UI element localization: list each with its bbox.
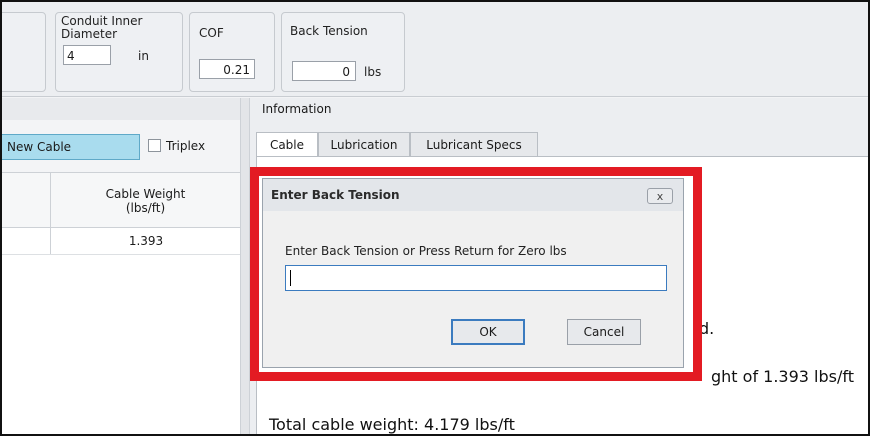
- back-tension-dialog-input[interactable]: [285, 265, 667, 291]
- triplex-checkbox[interactable]: Triplex: [148, 139, 205, 153]
- tab-cable[interactable]: Cable: [256, 132, 318, 158]
- toolbar-group-left: [2, 12, 46, 92]
- enter-back-tension-dialog: Enter Back Tension x Enter Back Tension …: [262, 178, 684, 368]
- cof-group: COF 0.21: [189, 12, 275, 92]
- tab-lubricant-specs[interactable]: Lubricant Specs: [410, 132, 538, 156]
- conduit-diameter-group: Conduit Inner Diameter 4 in: [55, 12, 183, 92]
- cancel-button[interactable]: Cancel: [567, 319, 641, 345]
- back-tension-unit: lbs: [364, 65, 382, 79]
- cof-input[interactable]: 0.21: [199, 59, 255, 79]
- back-tension-label: Back Tension: [290, 24, 368, 38]
- cable-list-panel: New Cable Triplex Cable Weight (lbs/ft) …: [2, 98, 240, 434]
- dialog-body: Enter Back Tension or Press Return for Z…: [271, 213, 675, 361]
- dialog-prompt: Enter Back Tension or Press Return for Z…: [285, 244, 567, 258]
- ok-button[interactable]: OK: [451, 319, 525, 345]
- checkbox-box[interactable]: [148, 139, 161, 152]
- new-cable-button[interactable]: New Cable: [2, 134, 140, 160]
- conduit-diameter-unit: in: [138, 49, 149, 63]
- app-window: Conduit Inner Diameter 4 in COF 0.21 Bac…: [0, 0, 870, 436]
- table-row[interactable]: 1.393: [2, 228, 240, 255]
- text-caret: [290, 270, 291, 286]
- info-text-line-2: ght of 1.393 lbs/ft: [711, 367, 855, 386]
- information-title: Information: [262, 102, 332, 116]
- close-icon[interactable]: x: [647, 188, 673, 204]
- dialog-title: Enter Back Tension: [271, 188, 400, 202]
- parameters-toolbar: Conduit Inner Diameter 4 in COF 0.21 Bac…: [2, 2, 868, 97]
- triplex-label: Triplex: [166, 139, 206, 153]
- back-tension-group: Back Tension 0 lbs: [281, 12, 405, 92]
- tab-lubrication[interactable]: Lubrication: [318, 132, 410, 156]
- column-header-cable-weight[interactable]: Cable Weight (lbs/ft): [50, 173, 240, 227]
- conduit-diameter-label: Conduit Inner Diameter: [61, 14, 143, 41]
- conduit-diameter-input[interactable]: 4: [63, 45, 111, 65]
- cell-cable-weight: 1.393: [50, 228, 241, 254]
- cable-table-header: Cable Weight (lbs/ft): [2, 173, 240, 228]
- panel-splitter[interactable]: [240, 98, 250, 434]
- back-tension-input[interactable]: 0: [292, 61, 356, 81]
- cable-panel-header: [2, 98, 240, 121]
- cof-label: COF: [199, 26, 224, 40]
- total-cable-weight-text: Total cable weight: 4.179 lbs/ft: [269, 415, 515, 434]
- dialog-titlebar[interactable]: Enter Back Tension x: [263, 179, 683, 211]
